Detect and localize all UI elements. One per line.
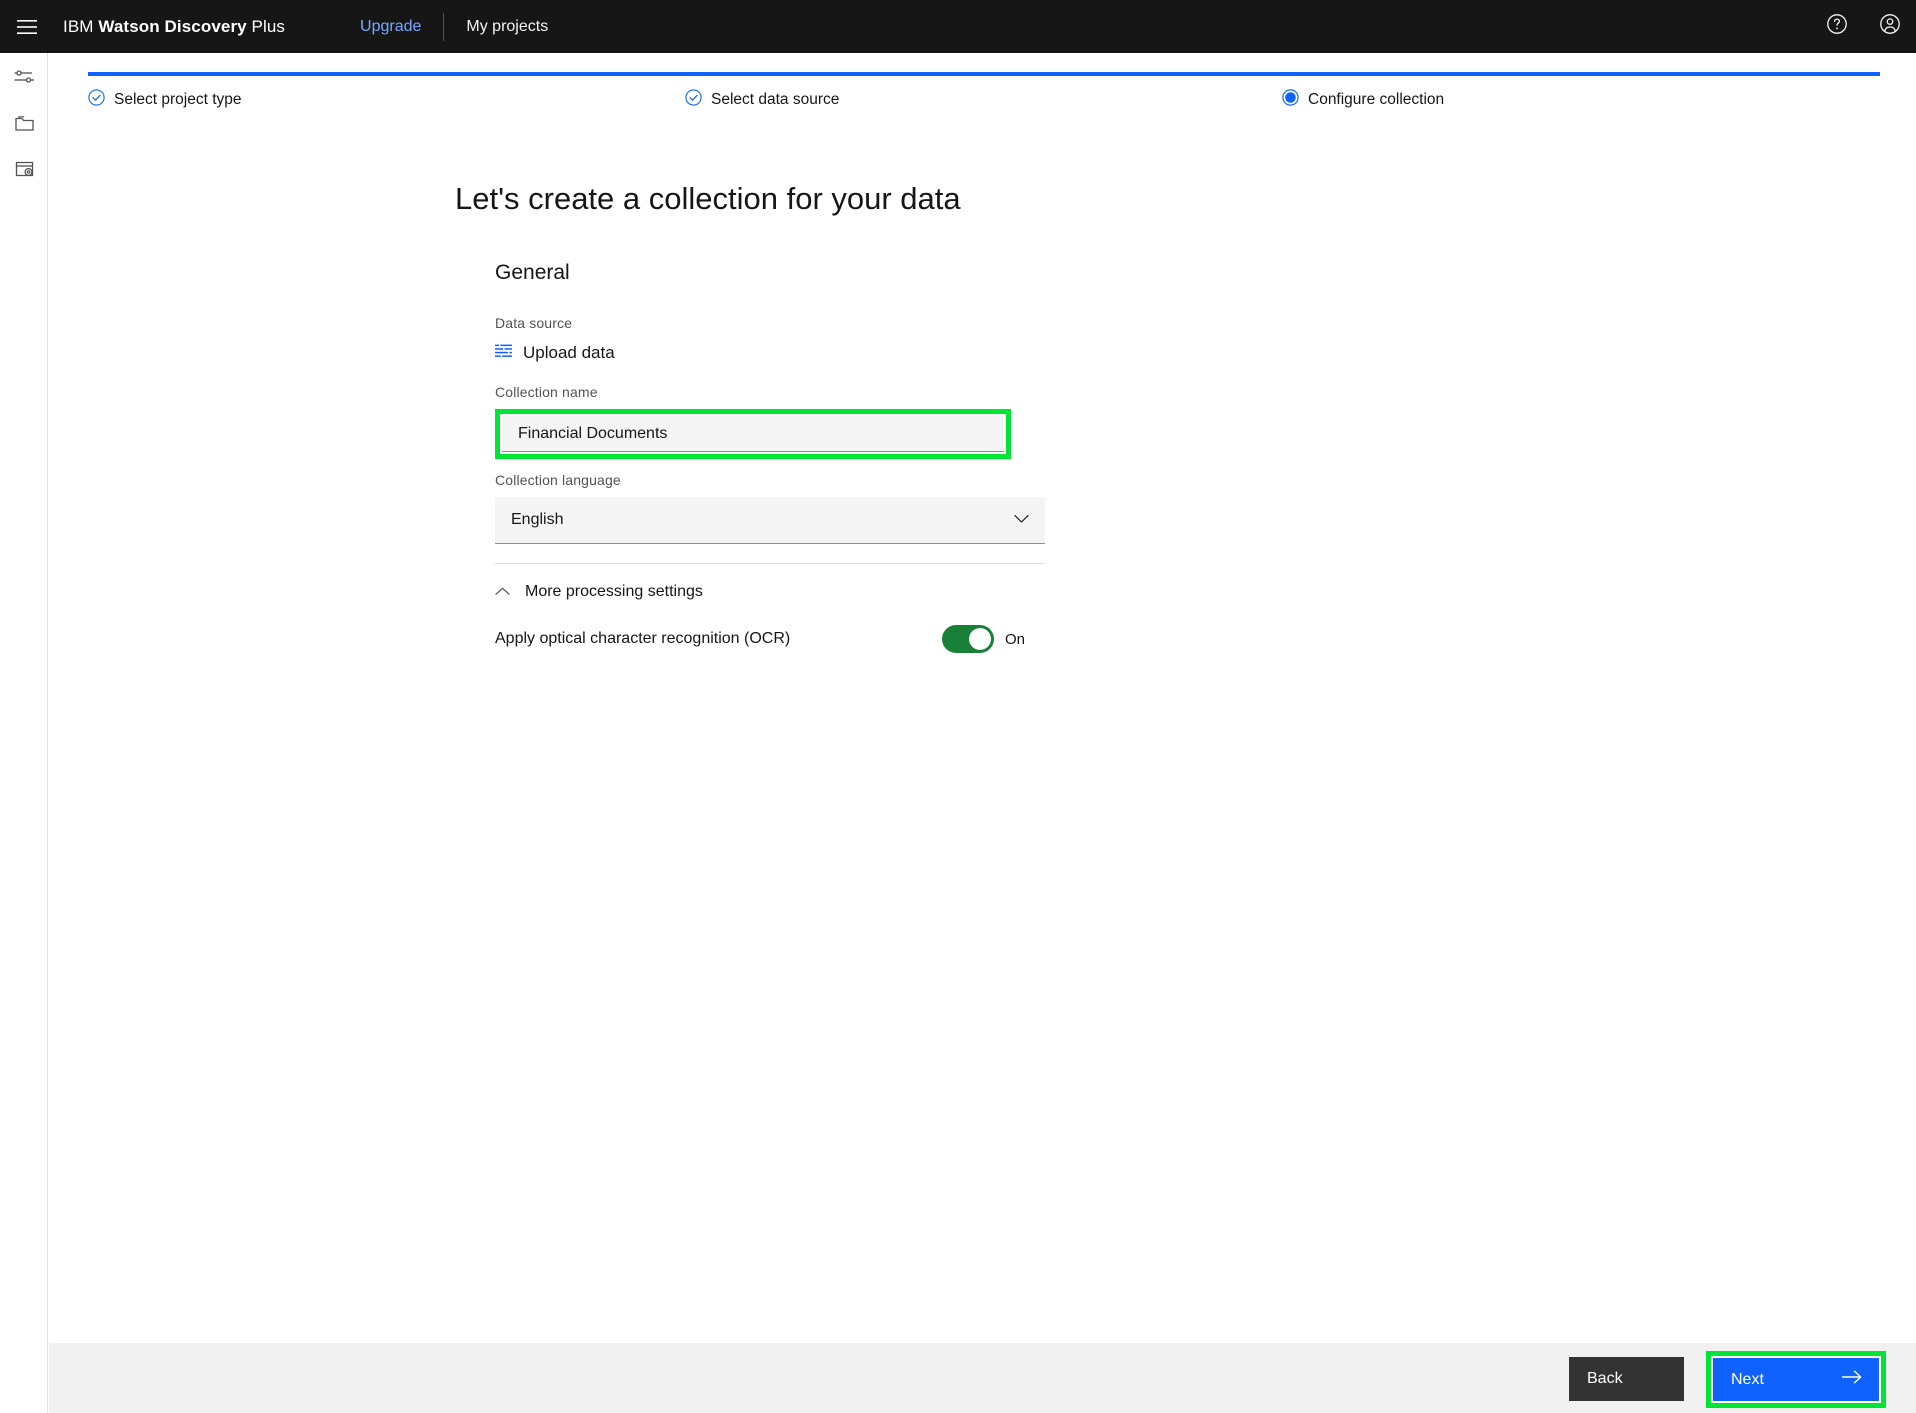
document-settings-icon: [14, 159, 35, 185]
stepper-progress-bar: [88, 72, 1880, 76]
ocr-toggle-group: On: [941, 625, 1025, 653]
data-source-label: Data source: [495, 315, 573, 331]
section-divider: [495, 563, 1045, 564]
collection-name-highlight-box: [495, 409, 1011, 459]
section-title-general: General: [495, 261, 570, 284]
nav-upgrade-link[interactable]: Upgrade: [338, 0, 443, 53]
app-header: IBM Watson Discovery Plus Upgrade My pro…: [0, 0, 1916, 53]
ocr-label: Apply optical character recognition (OCR…: [495, 630, 791, 647]
header-actions: [1810, 0, 1916, 53]
hamburger-menu-button[interactable]: [0, 0, 53, 53]
sliders-settings-icon: [14, 67, 35, 93]
next-button[interactable]: Next: [1713, 1358, 1879, 1401]
page-title: Let's create a collection for your data: [455, 181, 961, 216]
collection-name-input[interactable]: [502, 416, 1004, 452]
stepper-step-label: Configure collection: [1308, 91, 1445, 108]
stepper-step-label: Select data source: [711, 91, 840, 108]
data-source-value: Upload data: [523, 343, 615, 362]
stepper-step-select-data-source[interactable]: Select data source: [685, 83, 839, 117]
stepper-step-select-project-type[interactable]: Select project type: [88, 83, 242, 117]
main-content: Select project type Select data source C…: [49, 53, 1916, 1343]
ocr-toggle-knob: [968, 628, 991, 650]
brand-suffix: Plus: [246, 16, 286, 36]
arrow-right-icon: [1841, 1369, 1863, 1390]
next-button-highlight-box: Next: [1706, 1351, 1886, 1408]
brand-bold: Watson Discovery: [98, 16, 247, 36]
chevron-up-icon: [495, 583, 510, 601]
folder-icon: [14, 113, 35, 139]
sidebar-item-deploy[interactable]: [0, 149, 48, 195]
ocr-toggle[interactable]: [941, 625, 994, 653]
account-button[interactable]: [1863, 0, 1916, 53]
user-avatar-icon: [1879, 13, 1901, 40]
brand-prefix: IBM: [63, 16, 99, 36]
collection-language-label: Collection language: [495, 472, 621, 488]
more-processing-settings-toggle[interactable]: More processing settings: [495, 583, 703, 601]
nav-my-projects-link[interactable]: My projects: [444, 0, 570, 53]
collection-language-value: English: [511, 511, 564, 528]
brand-title[interactable]: IBM Watson Discovery Plus: [63, 17, 285, 37]
collection-name-field: Collection name: [495, 383, 1011, 459]
sidebar-item-manage[interactable]: [0, 57, 48, 103]
hamburger-icon: [16, 19, 37, 35]
upload-data-icon: [495, 344, 512, 363]
help-button[interactable]: [1810, 0, 1863, 53]
collection-language-select[interactable]: English: [495, 497, 1045, 544]
data-source-value-row: Upload data: [495, 343, 615, 363]
help-icon: [1826, 13, 1848, 40]
chevron-down-icon: [1014, 511, 1029, 529]
radio-filled-icon: [1282, 89, 1299, 111]
sidebar-item-projects[interactable]: [0, 103, 48, 149]
ocr-setting-row: Apply optical character recognition (OCR…: [495, 625, 1025, 653]
stepper-step-label: Select project type: [114, 91, 242, 108]
next-button-label: Next: [1731, 1370, 1764, 1388]
stepper: Select project type Select data source C…: [88, 83, 1880, 117]
back-button[interactable]: Back: [1569, 1357, 1684, 1401]
collection-name-label: Collection name: [495, 384, 598, 400]
wizard-footer: Back Next: [49, 1343, 1916, 1413]
left-rail: [0, 53, 48, 1413]
collection-language-field: Collection language English: [495, 471, 1045, 544]
check-circle-icon: [685, 89, 702, 111]
more-processing-settings-label: More processing settings: [525, 583, 703, 600]
data-source-field: Data source Upload data: [495, 314, 615, 363]
header-nav: Upgrade My projects: [338, 0, 570, 53]
stepper-step-configure-collection[interactable]: Configure collection: [1282, 83, 1444, 117]
ocr-toggle-state: On: [1004, 630, 1025, 648]
check-circle-icon: [88, 89, 105, 111]
